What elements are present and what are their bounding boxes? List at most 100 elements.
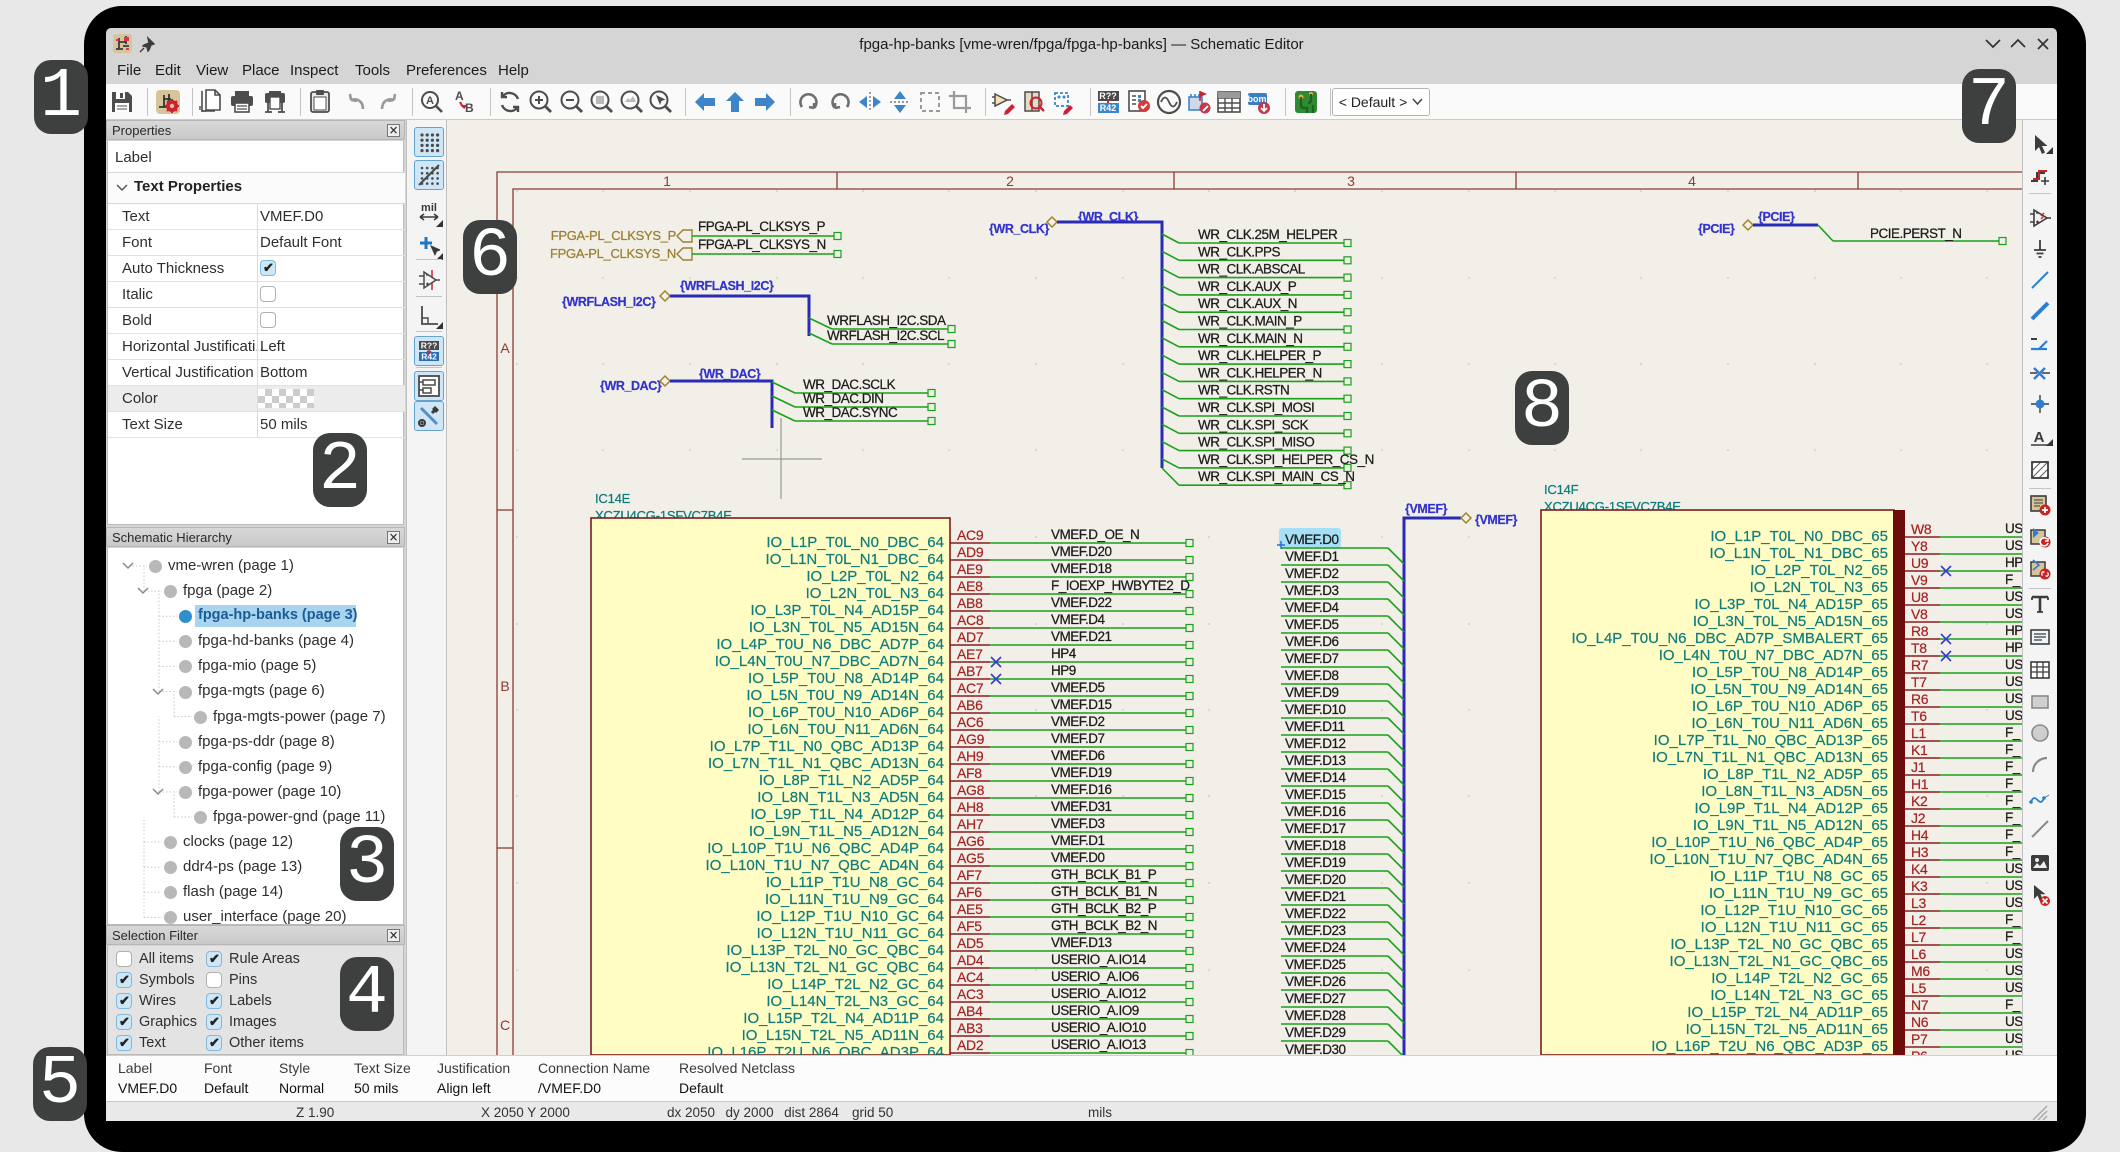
svg-text:VMEF.D31: VMEF.D31 — [1051, 799, 1112, 814]
svg-text:AG6: AG6 — [957, 833, 985, 849]
svg-text:IO_L6N_T0U_N11_AD6N_65: IO_L6N_T0U_N11_AD6N_65 — [1691, 715, 1888, 732]
svg-text:WR_CLK.ABSCAL: WR_CLK.ABSCAL — [1198, 262, 1306, 277]
svg-text:IO_L7P_T1L_N0_QBC_AD13P_65: IO_L7P_T1L_N0_QBC_AD13P_65 — [1654, 732, 1888, 749]
svg-text:PCIE.PERST_N: PCIE.PERST_N — [1870, 226, 1962, 241]
svg-text:GTH_BCLK_B1_P: GTH_BCLK_B1_P — [1051, 867, 1157, 882]
svg-text:USERIO_A.IO14: USERIO_A.IO14 — [1051, 952, 1147, 967]
svg-text:VMEF.D4: VMEF.D4 — [1285, 600, 1340, 615]
svg-text:WRFLASH_I2C.SDA: WRFLASH_I2C.SDA — [827, 313, 946, 328]
svg-text:AH8: AH8 — [957, 799, 984, 815]
svg-text:F_: F_ — [2005, 810, 2021, 825]
svg-text:HP9: HP9 — [1051, 663, 1076, 678]
svg-text:H3: H3 — [1911, 844, 1929, 860]
svg-text:VMEF.D19: VMEF.D19 — [1285, 855, 1346, 870]
svg-text:VMEF.D28: VMEF.D28 — [1285, 1008, 1346, 1023]
svg-text:AH7: AH7 — [957, 816, 984, 832]
svg-text:F_: F_ — [2005, 793, 2021, 808]
svg-text:P7: P7 — [1911, 1031, 1928, 1047]
svg-text:T7: T7 — [1911, 674, 1927, 690]
svg-text:J1: J1 — [1911, 759, 1926, 775]
svg-text:AE5: AE5 — [957, 901, 983, 917]
svg-text:VMEF.D20: VMEF.D20 — [1051, 544, 1112, 559]
svg-text:AD2: AD2 — [957, 1037, 984, 1053]
svg-text:R42: R42 — [1100, 103, 1117, 113]
svg-text:USERIO_A.IO6: USERIO_A.IO6 — [1051, 969, 1139, 984]
svg-text:WR_CLK.25M_HELPER: WR_CLK.25M_HELPER — [1198, 227, 1338, 242]
svg-text:IO_L13N_T2L_N1_GC_QBC_65: IO_L13N_T2L_N1_GC_QBC_65 — [1670, 953, 1888, 970]
svg-text:IO_L7N_T1L_N1_QBC_AD13N_64: IO_L7N_T1L_N1_QBC_AD13N_64 — [708, 755, 944, 772]
svg-text:VMEF.D12: VMEF.D12 — [1285, 736, 1346, 751]
svg-text:AG5: AG5 — [957, 850, 985, 866]
svg-text:IO_L11P_T1U_N8_GC_65: IO_L11P_T1U_N8_GC_65 — [1710, 868, 1888, 885]
svg-text:WR_DAC.SYNC: WR_DAC.SYNC — [803, 405, 898, 420]
svg-text:F_: F_ — [2005, 572, 2021, 587]
svg-text:{WR_DAC}: {WR_DAC} — [600, 379, 662, 393]
svg-text:IO_L1N_T0L_N1_DBC_64: IO_L1N_T0L_N1_DBC_64 — [766, 551, 944, 568]
svg-text:VMEF.D5: VMEF.D5 — [1285, 617, 1339, 632]
svg-text:US: US — [2005, 980, 2022, 995]
svg-text:R6: R6 — [1911, 691, 1929, 707]
svg-text:VMEF.D27: VMEF.D27 — [1285, 991, 1346, 1006]
svg-text:R8: R8 — [1911, 623, 1929, 639]
svg-text:VMEF.D10: VMEF.D10 — [1285, 702, 1346, 717]
svg-text:F_: F_ — [2005, 759, 2021, 774]
svg-text:T6: T6 — [1911, 708, 1927, 724]
svg-text:L6: L6 — [1911, 946, 1926, 962]
svg-text:C: C — [500, 1017, 510, 1033]
svg-text:IO_L3N_T0L_N5_AD15N_64: IO_L3N_T0L_N5_AD15N_64 — [749, 619, 944, 636]
svg-text:V8: V8 — [1911, 606, 1928, 622]
svg-text:IO_L7P_T1L_N0_QBC_AD13P_64: IO_L7P_T1L_N0_QBC_AD13P_64 — [710, 738, 944, 755]
svg-text:FPGA-PL_CLKSYS_N: FPGA-PL_CLKSYS_N — [698, 237, 826, 252]
svg-text:F_: F_ — [2005, 742, 2021, 757]
svg-text:A: A — [2034, 429, 2045, 446]
svg-text:IO_L1P_T0L_N0_DBC_65: IO_L1P_T0L_N0_DBC_65 — [1710, 528, 1888, 545]
svg-text:AF7: AF7 — [957, 867, 982, 883]
svg-text:FPGA-PL_CLKSYS_P: FPGA-PL_CLKSYS_P — [551, 228, 676, 243]
svg-text:WR_CLK.SPI_MOSI: WR_CLK.SPI_MOSI — [1198, 400, 1314, 415]
svg-text:K1: K1 — [1911, 742, 1928, 758]
svg-text:AE8: AE8 — [957, 578, 983, 594]
svg-text:AF6: AF6 — [957, 884, 982, 900]
svg-text:L2: L2 — [1911, 912, 1926, 928]
svg-text:IO_L14N_T2L_N3_GC_64: IO_L14N_T2L_N3_GC_64 — [766, 993, 944, 1010]
svg-text:B: B — [465, 101, 474, 115]
svg-text:AC3: AC3 — [957, 986, 984, 1002]
svg-text:VMEF.D11: VMEF.D11 — [1285, 719, 1345, 734]
svg-text:W8: W8 — [1911, 521, 1932, 537]
svg-text:VMEF.D0: VMEF.D0 — [1285, 532, 1339, 547]
svg-text:F_: F_ — [2005, 929, 2021, 944]
svg-text:T8: T8 — [1911, 640, 1927, 656]
svg-text:4: 4 — [1688, 173, 1696, 189]
svg-text:AD4: AD4 — [957, 952, 984, 968]
svg-text:US: US — [2005, 861, 2022, 876]
svg-text:{WR_DAC}: {WR_DAC} — [699, 367, 761, 381]
svg-text:IO_L4N_T0U_N7_DBC_AD7N_65: IO_L4N_T0U_N7_DBC_AD7N_65 — [1659, 647, 1888, 664]
svg-text:IO_L5N_T0U_N9_AD14N_65: IO_L5N_T0U_N9_AD14N_65 — [1690, 681, 1888, 698]
svg-text:Y8: Y8 — [1911, 538, 1928, 554]
svg-text:IO_L7N_T1L_N1_QBC_AD13N_65: IO_L7N_T1L_N1_QBC_AD13N_65 — [1652, 749, 1888, 766]
svg-text:VMEF.D29: VMEF.D29 — [1285, 1025, 1346, 1040]
svg-text:VMEF.D17: VMEF.D17 — [1285, 821, 1346, 836]
svg-text:K4: K4 — [1911, 861, 1928, 877]
svg-text:USERIO_A.IO12: USERIO_A.IO12 — [1051, 986, 1146, 1001]
svg-text:WR_CLK.MAIN_N: WR_CLK.MAIN_N — [1198, 331, 1303, 346]
svg-text:IO_L9N_T1L_N5_AD12N_64: IO_L9N_T1L_N5_AD12N_64 — [749, 823, 944, 840]
svg-text:3: 3 — [1347, 173, 1355, 189]
svg-text:IO_L10N_T1U_N7_QBC_AD4N_64: IO_L10N_T1U_N7_QBC_AD4N_64 — [706, 857, 944, 874]
svg-text:WR_CLK.SPI_SCK: WR_CLK.SPI_SCK — [1198, 417, 1309, 432]
svg-text:L5: L5 — [1911, 980, 1926, 996]
svg-text:IO_L13P_T2L_N0_GC_QBC_65: IO_L13P_T2L_N0_GC_QBC_65 — [1670, 936, 1888, 953]
svg-text:U8: U8 — [1911, 589, 1929, 605]
svg-text:IO_L12N_T1U_N11_GC_64: IO_L12N_T1U_N11_GC_64 — [757, 925, 944, 942]
svg-text:US: US — [2005, 589, 2022, 604]
svg-text:US: US — [2005, 1048, 2022, 1055]
svg-text:H1: H1 — [1911, 776, 1929, 792]
svg-text:F_: F_ — [2005, 827, 2021, 842]
svg-text:AF8: AF8 — [957, 765, 982, 781]
svg-text:N7: N7 — [1911, 997, 1929, 1013]
svg-text:FPGA-PL_CLKSYS_P: FPGA-PL_CLKSYS_P — [698, 219, 826, 234]
svg-text:{PCIE}: {PCIE} — [1758, 210, 1795, 224]
svg-text:US: US — [2005, 657, 2022, 672]
svg-text:US: US — [2005, 691, 2022, 706]
svg-text:IO_L13P_T2L_N0_GC_QBC_64: IO_L13P_T2L_N0_GC_QBC_64 — [726, 942, 944, 959]
